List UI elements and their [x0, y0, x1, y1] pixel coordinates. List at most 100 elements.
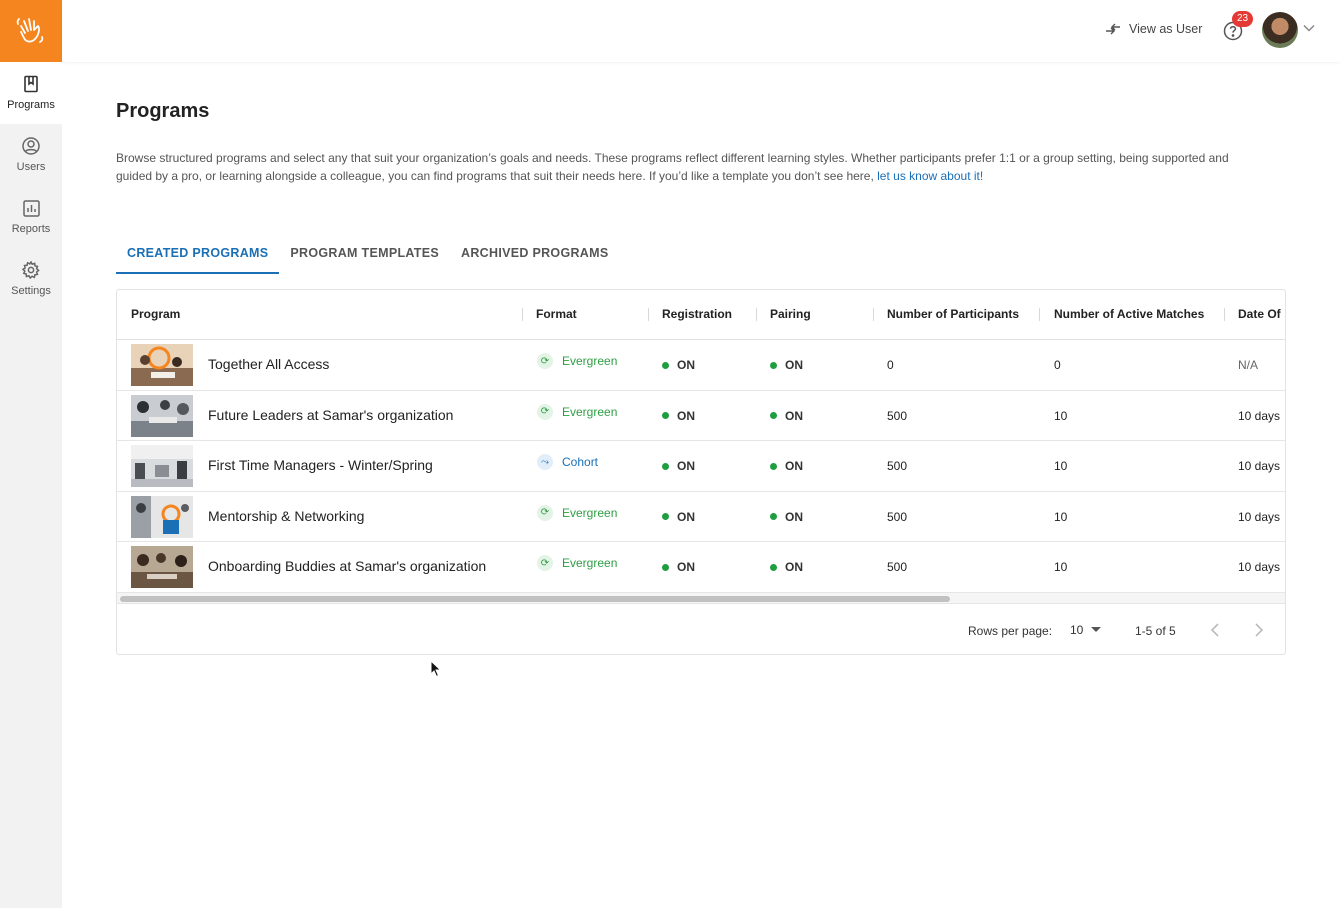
- program-thumbnail: [131, 445, 193, 487]
- date-value: 10 days: [1238, 459, 1281, 473]
- column-header-program[interactable]: Program: [131, 307, 180, 321]
- registration-value: ON: [677, 509, 695, 524]
- refresh-icon: ⟳: [537, 353, 553, 369]
- column-header-format[interactable]: Format: [536, 307, 577, 321]
- next-page-icon[interactable]: [1255, 623, 1263, 637]
- table-row[interactable]: Future Leaders at Samar's organization ⟳…: [117, 391, 1285, 441]
- program-name[interactable]: Mentorship & Networking: [208, 508, 364, 524]
- column-header-pairing[interactable]: Pairing: [770, 307, 811, 321]
- gear-icon: [22, 261, 40, 279]
- active-matches-count: 10: [1054, 560, 1068, 574]
- notification-badge: 23: [1232, 11, 1254, 27]
- sidebar: Programs Users Reports Settings: [0, 0, 62, 908]
- tab-program-templates[interactable]: PROGRAM TEMPLATES: [279, 236, 450, 274]
- format-label: Evergreen: [562, 505, 618, 520]
- format-badge: ⟳ Evergreen: [537, 403, 618, 420]
- column-divider: [756, 308, 757, 321]
- column-divider: [522, 308, 523, 321]
- active-matches-count: 10: [1054, 408, 1068, 423]
- scrollbar-thumb[interactable]: [120, 596, 950, 602]
- registration-status: ON: [662, 560, 695, 574]
- table-row[interactable]: Mentorship & Networking ⟳ Evergreen ON ON…: [117, 492, 1285, 542]
- program-tabs: CREATED PROGRAMS PROGRAM TEMPLATES ARCHI…: [116, 236, 620, 274]
- format-badge: ⟳ Evergreen: [537, 504, 618, 521]
- registration-value: ON: [677, 459, 695, 473]
- sidebar-item-reports[interactable]: Reports: [0, 186, 62, 248]
- horizontal-scrollbar[interactable]: [117, 592, 1285, 604]
- participants-count: 0: [887, 358, 894, 372]
- column-header-active-matches[interactable]: Number of Active Matches: [1054, 307, 1204, 321]
- view-as-user-button[interactable]: View as User: [1105, 22, 1202, 36]
- rows-per-page-select[interactable]: 10: [1070, 623, 1102, 637]
- status-dot: [770, 412, 777, 419]
- tab-archived-programs[interactable]: ARCHIVED PROGRAMS: [450, 236, 619, 274]
- registration-value: ON: [677, 408, 695, 423]
- status-dot: [662, 361, 669, 369]
- program-name[interactable]: First Time Managers - Winter/Spring: [208, 457, 433, 473]
- format-label: Cohort: [562, 455, 599, 469]
- status-dot: [662, 462, 669, 470]
- participants-count: 500: [887, 560, 908, 574]
- table-header: Program Format Registration Pairing Numb…: [117, 290, 1285, 340]
- user-circle-icon: [22, 137, 40, 155]
- registration-value: ON: [677, 358, 695, 372]
- registration-status: ON: [662, 358, 695, 372]
- program-thumbnail: [131, 344, 193, 386]
- feedback-link[interactable]: let us know about it!: [877, 169, 983, 183]
- table-row[interactable]: Together All Access ⟳ Evergreen ON ON 0 0…: [117, 340, 1285, 391]
- column-divider: [648, 308, 649, 321]
- mouse-cursor-icon: [430, 660, 442, 678]
- column-divider: [1224, 308, 1225, 321]
- view-as-user-label: View as User: [1129, 22, 1203, 36]
- program-thumbnail: [131, 546, 193, 588]
- sidebar-item-label: Programs: [7, 99, 55, 111]
- bar-chart-icon: [22, 199, 40, 217]
- column-header-registration[interactable]: Registration: [662, 307, 732, 321]
- program-thumbnail: [131, 495, 193, 538]
- active-matches-count: 10: [1054, 459, 1068, 473]
- rows-per-page-label: Rows per page:: [968, 624, 1053, 638]
- caret-down-icon: [1091, 627, 1102, 632]
- waving-hand-icon: [16, 18, 44, 43]
- sidebar-item-settings[interactable]: Settings: [0, 248, 62, 310]
- pairing-status: ON: [770, 459, 803, 473]
- book-icon: [24, 75, 38, 93]
- pairing-status: ON: [770, 560, 803, 574]
- page-title: Programs: [116, 100, 210, 122]
- format-badge: ⟳ Evergreen: [537, 353, 617, 369]
- registration-status: ON: [662, 510, 695, 524]
- pairing-value: ON: [785, 459, 803, 473]
- column-header-date[interactable]: Date Of: [1238, 307, 1281, 321]
- program-name[interactable]: Future Leaders at Samar's organization: [208, 407, 453, 423]
- pagination: Rows per page: 10 1-5 of 5: [117, 604, 1285, 654]
- registration-value: ON: [677, 560, 695, 574]
- format-badge: ⟳ Evergreen: [537, 555, 617, 571]
- sidebar-item-users[interactable]: Users: [0, 124, 62, 186]
- participants-count: 500: [887, 408, 908, 423]
- avatar[interactable]: [1262, 12, 1298, 48]
- trend-icon: ⤳: [537, 454, 553, 470]
- program-name[interactable]: Onboarding Buddies at Samar's organizati…: [208, 558, 486, 574]
- status-dot: [770, 361, 777, 369]
- top-bar: View as User 23: [62, 0, 1340, 62]
- brand-logo[interactable]: [0, 0, 62, 62]
- chevron-down-icon[interactable]: [1303, 24, 1315, 32]
- previous-page-icon[interactable]: [1211, 623, 1219, 637]
- pagination-range: 1-5 of 5: [1135, 624, 1176, 638]
- description-text: Browse structured programs and select an…: [116, 151, 1229, 183]
- column-header-participants[interactable]: Number of Participants: [887, 307, 1019, 321]
- pairing-status: ON: [770, 358, 803, 372]
- date-value: 10 days: [1238, 408, 1281, 423]
- active-matches-count: 0: [1054, 358, 1061, 372]
- sidebar-item-label: Settings: [11, 285, 51, 297]
- tab-created-programs[interactable]: CREATED PROGRAMS: [116, 236, 280, 274]
- table-row[interactable]: First Time Managers - Winter/Spring ⤳ Coh…: [117, 441, 1285, 492]
- refresh-icon: ⟳: [537, 555, 553, 571]
- swap-arrows-icon: [1106, 23, 1120, 35]
- pairing-status: ON: [770, 409, 803, 423]
- program-name[interactable]: Together All Access: [208, 356, 329, 372]
- sidebar-item-programs[interactable]: Programs: [0, 62, 62, 124]
- format-label: Evergreen: [562, 404, 618, 419]
- sidebar-item-label: Reports: [11, 222, 51, 235]
- table-row[interactable]: Onboarding Buddies at Samar's organizati…: [117, 542, 1285, 593]
